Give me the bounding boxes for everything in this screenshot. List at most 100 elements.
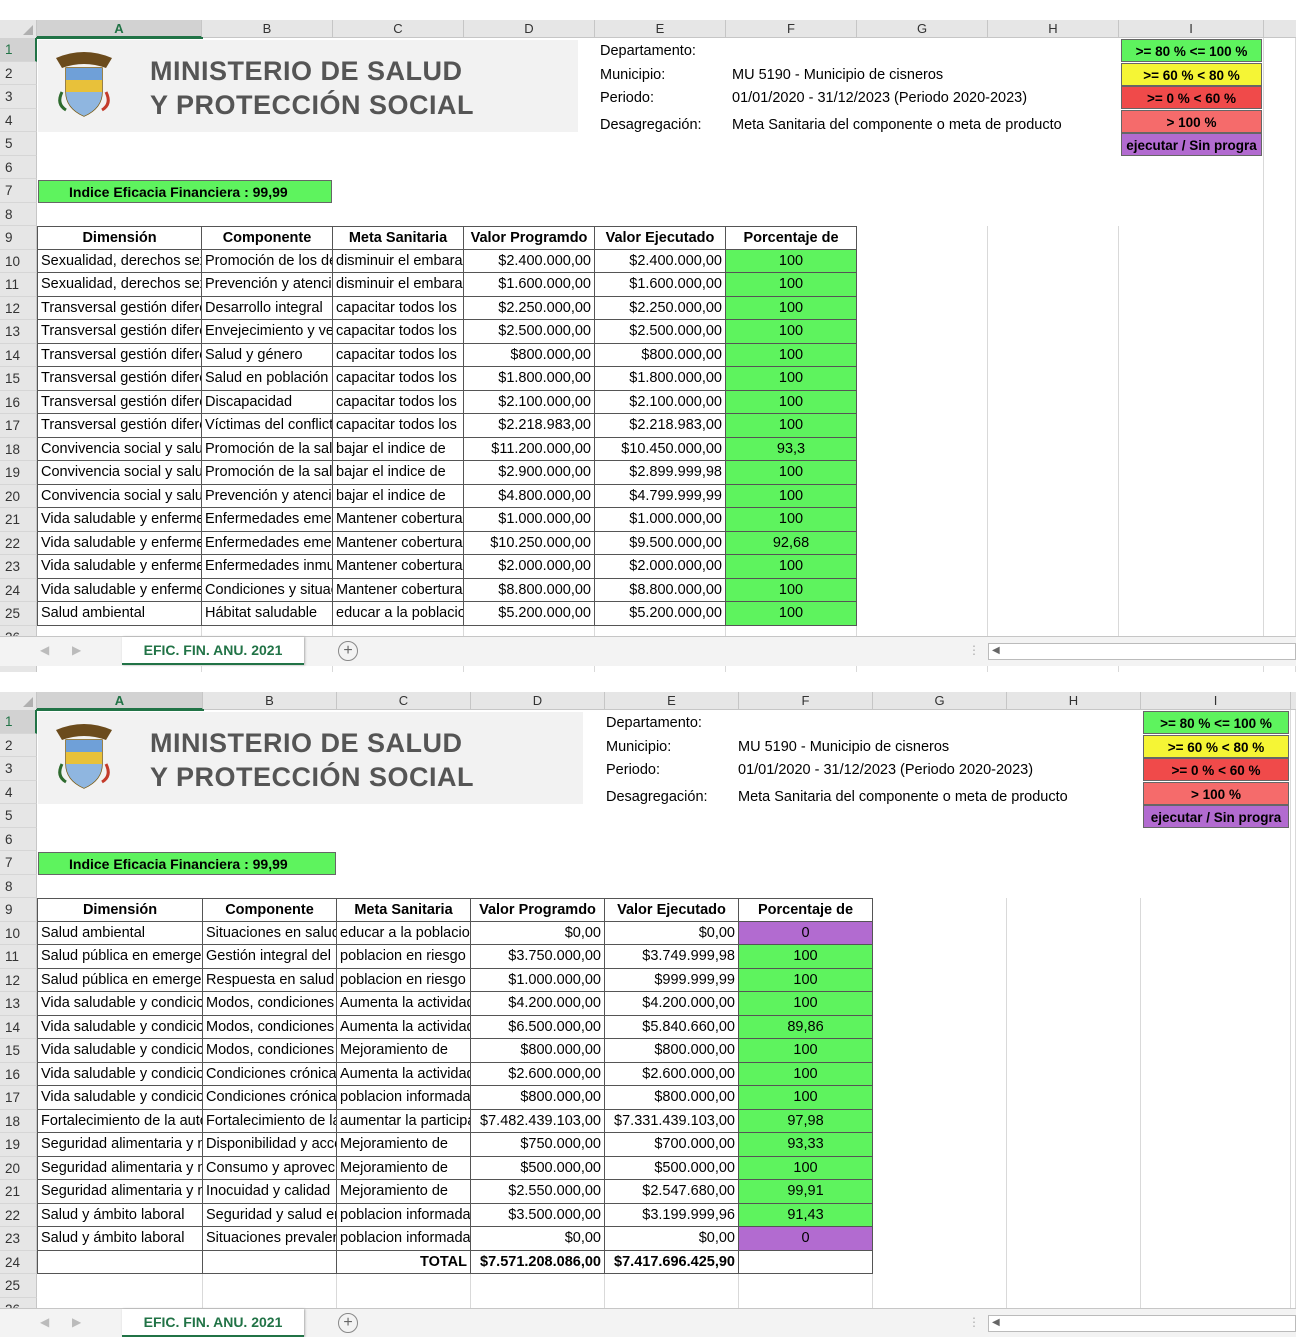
valor-ejecutado-cell[interactable]: $2.500.000,00	[595, 320, 726, 344]
valor-programado-cell[interactable]: $4.800.000,00	[464, 484, 595, 508]
row-header-12[interactable]: 12	[0, 968, 37, 992]
meta-sanitaria-cell[interactable]: disminuir el embarazo	[333, 249, 464, 273]
meta-sanitaria-cell[interactable]: Aumenta la actividad	[337, 992, 471, 1016]
row-header-8[interactable]: 8	[0, 202, 37, 226]
porcentaje-cell[interactable]: 100	[726, 484, 857, 508]
componente-cell[interactable]: Modos, condiciones y estilos	[203, 1039, 337, 1063]
dimension-cell[interactable]: Sexualidad, derechos sexuales y reproduc…	[37, 273, 202, 297]
select-all-corner[interactable]	[0, 692, 37, 710]
column-header-d[interactable]: D	[464, 20, 595, 38]
valor-programado-cell[interactable]: $1.800.000,00	[464, 367, 595, 391]
valor-programado-cell[interactable]: $0,00	[471, 1227, 605, 1251]
valor-ejecutado-cell[interactable]: $8.800.000,00	[595, 578, 726, 602]
valor-programado-cell[interactable]: $800.000,00	[471, 1039, 605, 1063]
dimension-cell[interactable]: Salud ambiental	[37, 602, 202, 626]
porcentaje-cell[interactable]: 100	[739, 1062, 873, 1086]
componente-cell[interactable]: Respuesta en salud	[203, 968, 337, 992]
valor-programado-cell[interactable]: $2.000.000,00	[464, 555, 595, 579]
meta-sanitaria-cell[interactable]: Mantener cobertura	[333, 508, 464, 532]
row-header-5[interactable]: 5	[0, 132, 37, 156]
row-header-16[interactable]: 16	[0, 390, 37, 414]
componente-cell[interactable]: Disponibilidad y acceso	[203, 1133, 337, 1157]
dimension-cell[interactable]: Salud pública en emergencias	[37, 945, 203, 969]
componente-cell[interactable]: Enfermedades emergentes	[202, 508, 333, 532]
row-header-10[interactable]: 10	[0, 249, 37, 273]
componente-cell[interactable]: Enfermedades inmunoprevenibles	[202, 555, 333, 579]
row-header-1[interactable]: 1	[0, 710, 37, 734]
valor-programado-cell[interactable]: $2.100.000,00	[464, 390, 595, 414]
column-header-g[interactable]: G	[857, 20, 988, 38]
valor-programado-cell[interactable]: $0,00	[471, 921, 605, 945]
scroll-left-arrow-icon[interactable]: ◀	[992, 1317, 1000, 1328]
column-header-c[interactable]: C	[333, 20, 464, 38]
meta-sanitaria-cell[interactable]: capacitar todos los	[333, 296, 464, 320]
valor-ejecutado-cell[interactable]: $9.500.000,00	[595, 531, 726, 555]
meta-sanitaria-cell[interactable]: capacitar todos los	[333, 343, 464, 367]
meta-sanitaria-cell[interactable]: capacitar todos los	[333, 320, 464, 344]
column-header-c[interactable]: C	[337, 692, 471, 710]
row-header-1[interactable]: 1	[0, 38, 37, 62]
valor-programado-cell[interactable]: $6.500.000,00	[471, 1015, 605, 1039]
meta-sanitaria-cell[interactable]: poblacion informada	[337, 1203, 471, 1227]
dimension-cell[interactable]: Vida saludable y condiciones no transmis…	[37, 1015, 203, 1039]
row-header-18[interactable]: 18	[0, 1109, 37, 1133]
porcentaje-cell[interactable]: 100	[726, 390, 857, 414]
componente-cell[interactable]: Salud y género	[202, 343, 333, 367]
valor-programado-cell[interactable]: $2.550.000,00	[471, 1180, 605, 1204]
tab-scroll-left-icon[interactable]: ◀	[40, 643, 49, 657]
valor-programado-cell[interactable]: $2.218.983,00	[464, 414, 595, 438]
componente-cell[interactable]: Situaciones prevalentes	[203, 1227, 337, 1251]
porcentaje-cell[interactable]: 100	[739, 1086, 873, 1110]
row-header-14[interactable]: 14	[0, 343, 37, 367]
porcentaje-cell[interactable]: 100	[726, 578, 857, 602]
row-header-18[interactable]: 18	[0, 437, 37, 461]
componente-cell[interactable]: Modos, condiciones y estilos	[203, 1015, 337, 1039]
valor-programado-cell[interactable]: $8.800.000,00	[464, 578, 595, 602]
valor-programado-cell[interactable]: $500.000,00	[471, 1156, 605, 1180]
column-header-b[interactable]: B	[203, 692, 337, 710]
porcentaje-cell[interactable]: 100	[739, 945, 873, 969]
porcentaje-cell[interactable]: 99,91	[739, 1180, 873, 1204]
porcentaje-cell[interactable]: 91,43	[739, 1203, 873, 1227]
valor-ejecutado-cell[interactable]: $2.547.680,00	[605, 1180, 739, 1204]
dimension-cell[interactable]: Salud y ámbito laboral	[37, 1227, 203, 1251]
dimension-cell[interactable]: Seguridad alimentaria y nutricional	[37, 1180, 203, 1204]
meta-sanitaria-cell[interactable]: bajar el indice de	[333, 437, 464, 461]
valor-programado-cell[interactable]: $800.000,00	[464, 343, 595, 367]
row-header-19[interactable]: 19	[0, 461, 37, 485]
meta-sanitaria-cell[interactable]: poblacion en riesgo	[337, 945, 471, 969]
meta-sanitaria-cell[interactable]: Mantener cobertura	[333, 555, 464, 579]
add-sheet-icon[interactable]: +	[338, 641, 358, 661]
porcentaje-cell[interactable]: 100	[726, 273, 857, 297]
porcentaje-cell[interactable]: 0	[739, 1227, 873, 1251]
valor-programado-cell[interactable]: $1.000.000,00	[464, 508, 595, 532]
row-header-21[interactable]: 21	[0, 1180, 37, 1204]
meta-sanitaria-cell[interactable]: educar a la poblacion	[337, 921, 471, 945]
componente-cell[interactable]: Gestión integral del riesgo	[203, 945, 337, 969]
valor-ejecutado-cell[interactable]: $4.799.999,99	[595, 484, 726, 508]
tab-scroll-left-icon[interactable]: ◀	[40, 1315, 49, 1329]
meta-sanitaria-cell[interactable]: poblacion en riesgo	[337, 968, 471, 992]
valor-ejecutado-cell[interactable]: $7.331.439.103,00	[605, 1109, 739, 1133]
row-header-20[interactable]: 20	[0, 484, 37, 508]
valor-programado-cell[interactable]: $2.400.000,00	[464, 249, 595, 273]
valor-programado-cell[interactable]: $3.500.000,00	[471, 1203, 605, 1227]
porcentaje-cell[interactable]: 100	[726, 414, 857, 438]
porcentaje-cell[interactable]: 100	[726, 296, 857, 320]
valor-programado-cell[interactable]: $1.600.000,00	[464, 273, 595, 297]
row-header-4[interactable]: 4	[0, 780, 37, 804]
valor-ejecutado-cell[interactable]: $0,00	[605, 921, 739, 945]
dimension-cell[interactable]: Transversal gestión diferencial	[37, 390, 202, 414]
column-header-a[interactable]: A	[37, 692, 203, 710]
valor-programado-cell[interactable]: $750.000,00	[471, 1133, 605, 1157]
componente-cell[interactable]: Fortalecimiento de la autoridad	[203, 1109, 337, 1133]
porcentaje-cell[interactable]: 100	[726, 320, 857, 344]
row-header-4[interactable]: 4	[0, 108, 37, 132]
row-header-22[interactable]: 22	[0, 1203, 37, 1227]
dimension-cell[interactable]: Transversal gestión diferencial	[37, 367, 202, 391]
dimension-cell[interactable]: Convivencia social y salud mental	[37, 437, 202, 461]
row-header-16[interactable]: 16	[0, 1062, 37, 1086]
porcentaje-cell[interactable]: 100	[739, 992, 873, 1016]
sheet-tab-efic-fin-anu-2021[interactable]: EFIC. FIN. ANU. 2021	[122, 637, 304, 665]
valor-ejecutado-cell[interactable]: $2.899.999,98	[595, 461, 726, 485]
